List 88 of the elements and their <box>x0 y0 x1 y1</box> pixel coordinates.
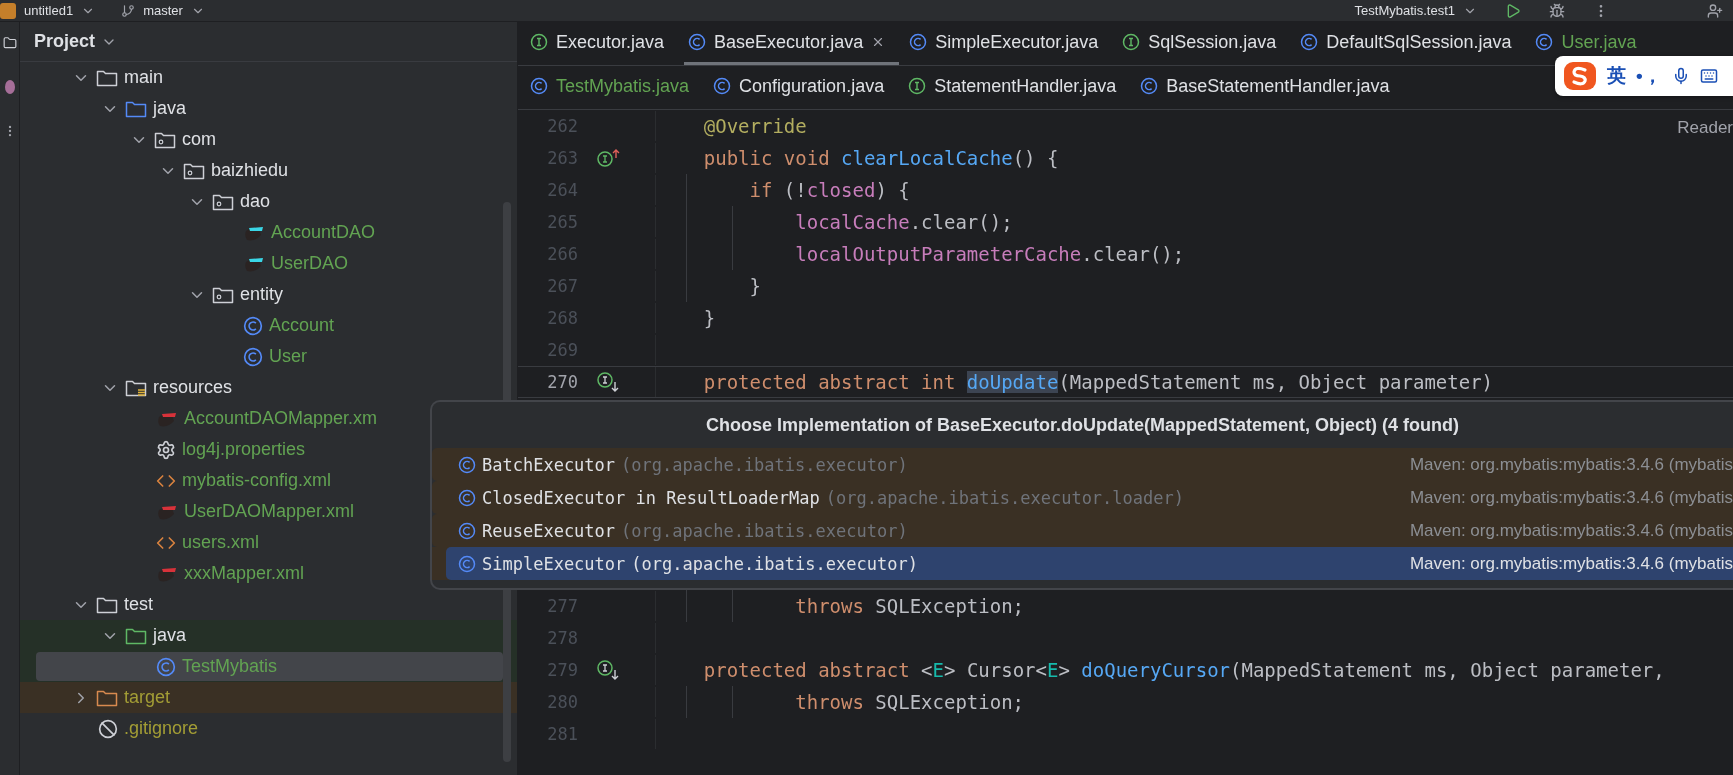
overrides-icon[interactable] <box>596 148 620 168</box>
folder-icon[interactable] <box>2 36 17 50</box>
folder-icon <box>96 595 118 614</box>
popup-title: Choose Implementation of BaseExecutor.doUpdate(MappedStatement, Object) (4 found) <box>704 413 1461 437</box>
project-badge[interactable] <box>0 2 16 19</box>
folder-icon <box>96 688 118 707</box>
class-icon <box>530 77 548 95</box>
editor-tab[interactable]: SqlSession.java <box>1118 22 1291 65</box>
project-name[interactable]: untitled1 <box>24 3 74 18</box>
tree-item[interactable]: resources <box>36 373 503 402</box>
line-number: 270 <box>546 372 578 392</box>
punctuation-toggle[interactable]: •， <box>1636 63 1662 89</box>
tree-item[interactable]: AccountDAOMapper.xm <box>36 404 503 433</box>
tree-item[interactable]: AccountDAO <box>36 218 503 247</box>
code-line: if (!closed) { <box>748 179 910 201</box>
class-icon <box>156 656 176 677</box>
implemented-icon[interactable] <box>596 659 620 681</box>
implementation-item[interactable]: ClosedExecutor in ResultLoaderMap (org.apache.ibatis.executor.loader) Maven: org.mybatis:mybatis:3.4.6 (mybatis <box>432 481 1733 514</box>
editor-tab[interactable]: TestMybatis.java <box>526 66 704 109</box>
branch-icon <box>121 3 136 18</box>
folder-icon <box>125 99 147 118</box>
tree-item[interactable]: dao <box>36 187 503 216</box>
tree-item[interactable]: test <box>36 590 503 619</box>
settings-icon <box>156 439 176 460</box>
interface-icon <box>530 33 548 51</box>
implementation-item[interactable]: ReuseExecutor (org.apache.ibatis.executor) Maven: org.mybatis:mybatis:3.4.6 (mybatis <box>432 514 1733 547</box>
branch-name[interactable]: master <box>143 3 183 18</box>
editor-tab[interactable]: StatementHandler.java <box>904 66 1131 109</box>
tree-item[interactable]: main <box>36 63 503 92</box>
reader-mode-label[interactable]: Reader <box>1677 118 1733 138</box>
code-line: localOutputParameterCache.clear(); <box>794 243 1185 265</box>
package-icon <box>212 192 234 211</box>
tree-item[interactable]: baizhiedu <box>36 156 503 185</box>
debug-icon[interactable] <box>1549 2 1565 19</box>
tree-item[interactable]: User <box>36 342 503 371</box>
class-icon <box>713 77 732 95</box>
tree-item[interactable]: com <box>36 125 503 154</box>
code-line: protected abstract <E> Cursor<E> doQueryCursor(MappedStatement ms, Object parameter, <box>702 659 1665 681</box>
interface-icon <box>1122 33 1141 51</box>
class-icon <box>458 455 476 474</box>
class-icon <box>243 346 263 367</box>
interface-icon <box>908 77 927 95</box>
code-line: } <box>702 307 716 329</box>
class-icon <box>458 488 476 507</box>
run-configuration[interactable]: TestMybatis.test1 <box>1354 3 1455 18</box>
code-line: public void clearLocalCache() { <box>702 147 1059 169</box>
class-icon <box>243 315 263 336</box>
editor-tab[interactable]: DefaultSqlSession.java <box>1296 22 1526 65</box>
add-user-icon[interactable] <box>1707 2 1723 19</box>
code-line: } <box>748 275 761 297</box>
package-icon <box>212 285 234 304</box>
language-toggle[interactable]: 英 <box>1607 63 1626 89</box>
package-icon <box>183 161 205 180</box>
code-line: localCache.clear(); <box>794 211 1013 233</box>
editor-tab[interactable]: BaseStatementHandler.java <box>1136 66 1404 109</box>
package-icon <box>154 130 176 149</box>
tree-item[interactable]: UserDAO <box>36 249 503 278</box>
editor-tab[interactable]: Configuration.java <box>709 66 899 109</box>
folder-icon <box>96 68 118 87</box>
class-icon <box>688 33 707 51</box>
editor-tab[interactable]: Executor.java <box>526 22 679 65</box>
implementation-item[interactable]: SimpleExecutor (org.apache.ibatis.executor) Maven: org.mybatis:mybatis:3.4.6 (mybatis <box>446 547 1733 580</box>
input-method-logo[interactable] <box>1563 61 1597 91</box>
folder-icon <box>125 626 147 645</box>
code-line: @Override <box>702 115 807 137</box>
run-icon[interactable] <box>1505 2 1521 19</box>
implementation-item[interactable]: BatchExecutor (org.apache.ibatis.executor) Maven: org.mybatis:mybatis:3.4.6 (mybatis <box>432 448 1733 481</box>
panel-title[interactable]: Project <box>34 31 96 52</box>
editor-tab[interactable]: User.java <box>1531 22 1651 65</box>
tree-item[interactable]: Account <box>36 311 503 340</box>
class-icon <box>458 521 476 540</box>
class-icon <box>1535 33 1554 51</box>
editor-tab[interactable]: SimpleExecutor.java <box>905 22 1113 65</box>
resources-folder-icon <box>125 378 147 397</box>
tree-item[interactable]: java <box>36 94 503 123</box>
ignored-icon <box>98 718 118 739</box>
implemented-icon[interactable] <box>596 371 620 393</box>
class-icon <box>1140 77 1159 95</box>
code-line: throws SQLException; <box>794 595 1025 617</box>
class-icon <box>1300 33 1319 51</box>
tree-item[interactable]: entity <box>36 280 503 309</box>
tree-item[interactable]: .gitignore <box>36 714 503 743</box>
class-icon <box>909 33 928 51</box>
code-line: throws SQLException; <box>794 691 1025 713</box>
status-dot-icon[interactable] <box>4 80 15 94</box>
keyboard-icon[interactable] <box>1699 67 1718 85</box>
class-icon <box>458 554 476 573</box>
code-line: protected abstract int doUpdate(MappedStatement ms, Object parameter) <box>702 371 1494 393</box>
